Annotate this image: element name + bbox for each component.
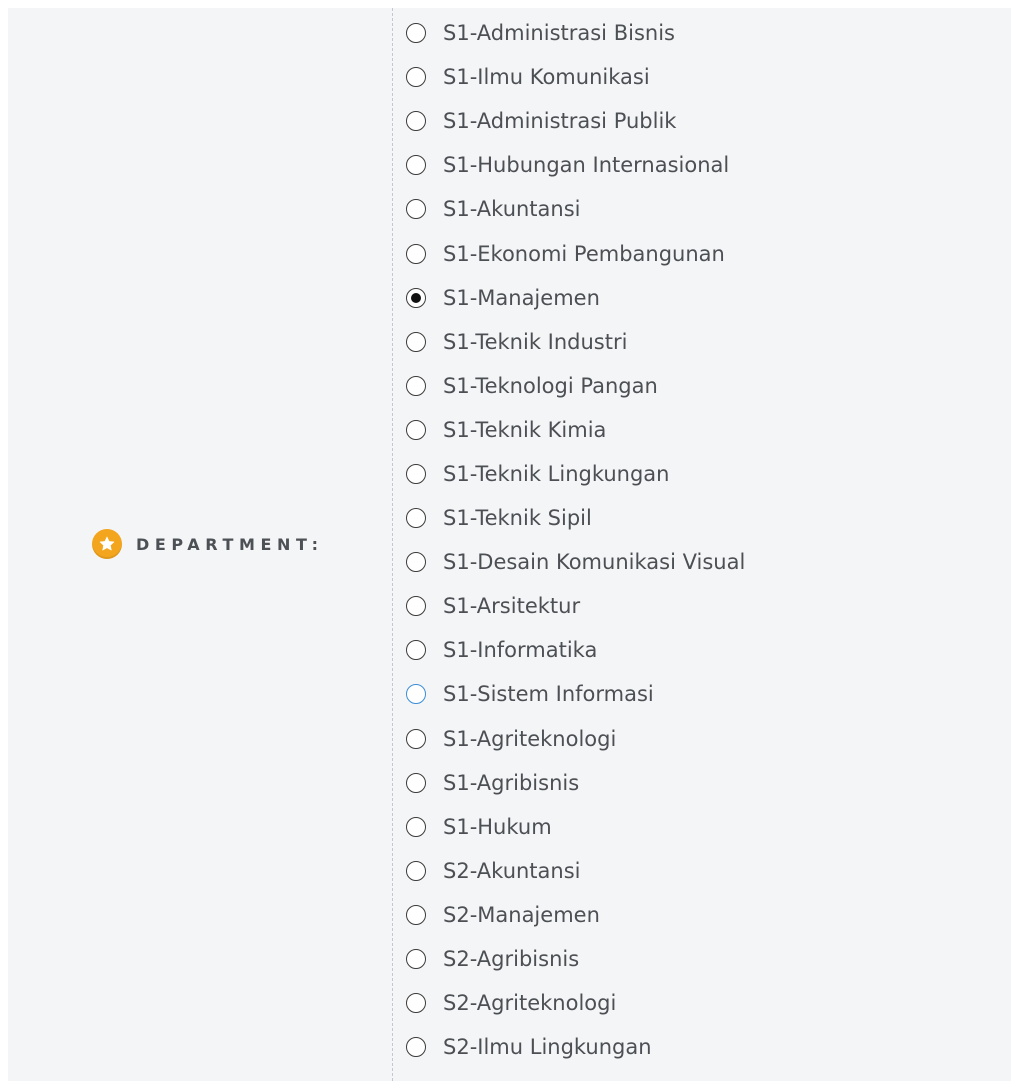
department-option-label: S1-Desain Komunikasi Visual <box>443 550 746 575</box>
department-option-label: S1-Manajemen <box>443 285 600 310</box>
department-option-label: S1-Akuntansi <box>443 197 581 222</box>
department-option-label: S1-Teknik Lingkungan <box>443 461 670 486</box>
department-option-label: S1-Arsitektur <box>443 594 581 619</box>
department-option[interactable]: S1-Teknik Sipil <box>406 496 745 540</box>
radio-button[interactable] <box>406 1037 426 1058</box>
department-option[interactable]: S1-Teknik Lingkungan <box>406 452 745 496</box>
radio-button[interactable] <box>406 199 426 220</box>
radio-button[interactable] <box>406 155 426 176</box>
department-radio-group: S1-Administrasi Bisnis S1-Ilmu Komunikasi… <box>406 11 745 1069</box>
radio-button[interactable] <box>406 949 426 970</box>
department-option-label: S2-Agriteknologi <box>443 991 617 1016</box>
department-option[interactable]: S2-Ilmu Lingkungan <box>406 1025 745 1069</box>
column-divider <box>392 8 393 1081</box>
department-option[interactable]: S1-Manajemen <box>406 276 745 320</box>
department-option-label: S1-Informatika <box>443 638 598 663</box>
department-option-label: S2-Ilmu Lingkungan <box>443 1035 652 1060</box>
department-option-label: S2-Akuntansi <box>443 858 581 883</box>
department-option[interactable]: S2-Manajemen <box>406 893 745 937</box>
department-option-label: S1-Teknik Kimia <box>443 417 607 442</box>
department-label-text: DEPARTMENT: <box>136 534 324 554</box>
radio-button[interactable] <box>406 331 426 352</box>
department-option[interactable]: S1-Sistem Informasi <box>406 672 745 716</box>
department-option[interactable]: S1-Administrasi Bisnis <box>406 11 745 55</box>
radio-button[interactable] <box>406 508 426 529</box>
department-option[interactable]: S1-Agriteknologi <box>406 717 745 761</box>
department-option[interactable]: S1-Arsitektur <box>406 584 745 628</box>
department-option[interactable]: S1-Teknik Industri <box>406 320 745 364</box>
star-icon <box>92 529 122 559</box>
radio-button[interactable] <box>406 23 426 44</box>
department-option-label: S1-Agribisnis <box>443 770 580 795</box>
radio-button[interactable] <box>406 463 426 484</box>
department-option[interactable]: S2-Akuntansi <box>406 849 745 893</box>
radio-button[interactable] <box>406 419 426 440</box>
department-option[interactable]: S2-Agriteknologi <box>406 981 745 1025</box>
department-option-label: S1-Sistem Informasi <box>443 682 654 707</box>
radio-button[interactable] <box>406 287 426 308</box>
department-option-label: S1-Teknik Industri <box>443 329 628 354</box>
radio-button[interactable] <box>406 816 426 837</box>
department-option[interactable]: S1-Hukum <box>406 805 745 849</box>
radio-button[interactable] <box>406 375 426 396</box>
department-option[interactable]: S1-Informatika <box>406 628 745 672</box>
radio-button[interactable] <box>406 243 426 264</box>
department-field-label: DEPARTMENT: <box>92 528 324 560</box>
department-option-label: S1-Hubungan Internasional <box>443 153 730 178</box>
radio-button[interactable] <box>406 728 426 749</box>
department-option[interactable]: S1-Administrasi Publik <box>406 99 745 143</box>
radio-button[interactable] <box>406 111 426 132</box>
radio-button[interactable] <box>406 860 426 881</box>
radio-button[interactable] <box>406 904 426 925</box>
department-option[interactable]: S1-Hubungan Internasional <box>406 143 745 187</box>
department-option[interactable]: S1-Desain Komunikasi Visual <box>406 540 745 584</box>
department-option-label: S1-Teknik Sipil <box>443 506 592 531</box>
department-option-label: S1-Agriteknologi <box>443 726 617 751</box>
radio-button[interactable] <box>406 640 426 661</box>
department-option-label: S1-Administrasi Publik <box>443 109 677 134</box>
radio-button[interactable] <box>406 67 426 88</box>
radio-button[interactable] <box>406 552 426 573</box>
label-column: DEPARTMENT: <box>8 8 392 1081</box>
department-option[interactable]: S1-Akuntansi <box>406 187 745 231</box>
department-option[interactable]: S1-Teknik Kimia <box>406 408 745 452</box>
department-option-label: S1-Ekonomi Pembangunan <box>443 241 725 266</box>
radio-button[interactable] <box>406 596 426 617</box>
department-option[interactable]: S1-Ilmu Komunikasi <box>406 55 745 99</box>
department-option-label: S1-Hukum <box>443 814 552 839</box>
department-option[interactable]: S1-Agribisnis <box>406 761 745 805</box>
radio-button[interactable] <box>406 772 426 793</box>
department-option[interactable]: S1-Teknologi Pangan <box>406 364 745 408</box>
department-option[interactable]: S1-Ekonomi Pembangunan <box>406 231 745 275</box>
radio-button[interactable] <box>406 684 426 705</box>
department-option-label: S2-Agribisnis <box>443 947 580 972</box>
department-option-label: S2-Manajemen <box>443 902 600 927</box>
department-option-label: S1-Administrasi Bisnis <box>443 21 675 46</box>
department-option[interactable]: S2-Agribisnis <box>406 937 745 981</box>
department-option-label: S1-Teknologi Pangan <box>443 373 658 398</box>
department-option-label: S1-Ilmu Komunikasi <box>443 65 650 90</box>
radio-button[interactable] <box>406 993 426 1014</box>
